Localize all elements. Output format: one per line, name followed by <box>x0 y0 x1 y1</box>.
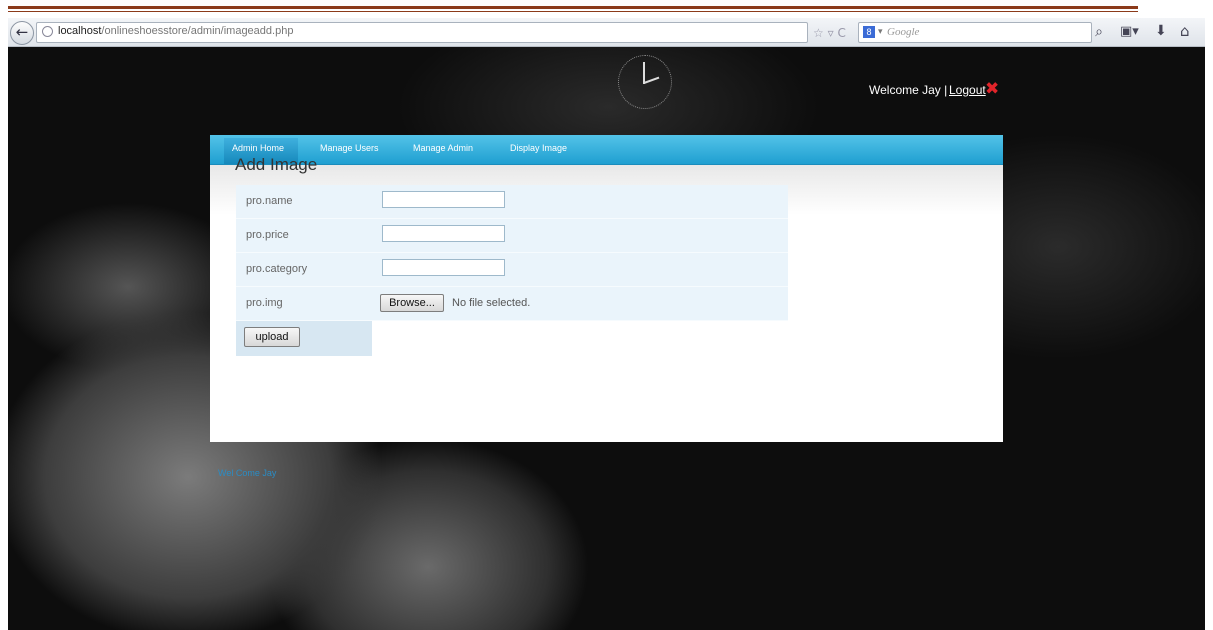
top-rule <box>8 6 1138 9</box>
nav-display-image[interactable]: Display Image <box>510 143 567 153</box>
engine-dropdown-icon[interactable]: ▾ <box>878 26 883 37</box>
search-bar[interactable]: 8 ▾ Google <box>858 22 1092 43</box>
search-engine-icon[interactable]: 8 <box>863 26 875 38</box>
download-icon[interactable]: ⬇ <box>1155 23 1167 39</box>
upload-button[interactable]: upload <box>244 327 300 347</box>
field-label: pro.name <box>246 195 293 207</box>
upload-cell: upload <box>236 321 372 356</box>
search-placeholder: Google <box>887 26 920 38</box>
bookmarks-icon[interactable]: ▣▾ <box>1120 23 1146 41</box>
pro-price-input[interactable] <box>382 225 505 242</box>
field-label: pro.category <box>246 263 308 275</box>
file-status-text: No file selected. <box>452 297 531 309</box>
close-icon[interactable]: ✖ <box>985 79 999 99</box>
pro-name-input[interactable] <box>382 191 505 208</box>
back-arrow-icon[interactable]: ← <box>10 21 34 45</box>
main-nav: Admin Home Manage Users Manage Admin Dis… <box>210 135 1003 165</box>
page-title: Add Image <box>235 155 318 174</box>
nav-manage-users[interactable]: Manage Users <box>320 143 379 153</box>
form-row-price: pro.price <box>236 219 788 253</box>
browse-button[interactable]: Browse... <box>380 294 444 312</box>
globe-icon <box>42 26 53 37</box>
field-label: pro.price <box>246 229 289 241</box>
form-row-category: pro.category <box>236 253 788 287</box>
url-text: localhost/onlineshoesstore/admin/imagead… <box>58 25 294 37</box>
search-icon[interactable]: ⌕ <box>1089 22 1109 42</box>
star-icon[interactable]: ☆ <box>813 26 824 40</box>
form-row-img: pro.img Browse... No file selected. <box>236 287 788 321</box>
nav-manage-admin[interactable]: Manage Admin <box>413 143 473 153</box>
top-rule-thin <box>8 11 1138 12</box>
page-viewport: Welcome Jay | Logout ✖ Admin Home Manage… <box>8 47 1205 630</box>
browser-toolbar: ← localhost/onlineshoesstore/admin/image… <box>8 18 1205 47</box>
form-row-name: pro.name <box>236 185 788 219</box>
dropdown-icon[interactable]: ▿ <box>828 26 834 40</box>
home-icon[interactable]: ⌂ <box>1180 22 1190 40</box>
welcome-text: Welcome Jay | <box>869 83 948 97</box>
nav-admin-home[interactable]: Admin Home <box>232 143 284 153</box>
reload-icon[interactable]: C <box>837 26 845 40</box>
footer-welcome-link[interactable]: Wel Come Jay <box>218 468 276 478</box>
pro-category-input[interactable] <box>382 259 505 276</box>
field-label: pro.img <box>246 297 283 309</box>
logout-link[interactable]: Logout <box>949 83 986 97</box>
address-bar[interactable]: localhost/onlineshoesstore/admin/imagead… <box>36 22 846 43</box>
clock-icon <box>618 55 672 109</box>
